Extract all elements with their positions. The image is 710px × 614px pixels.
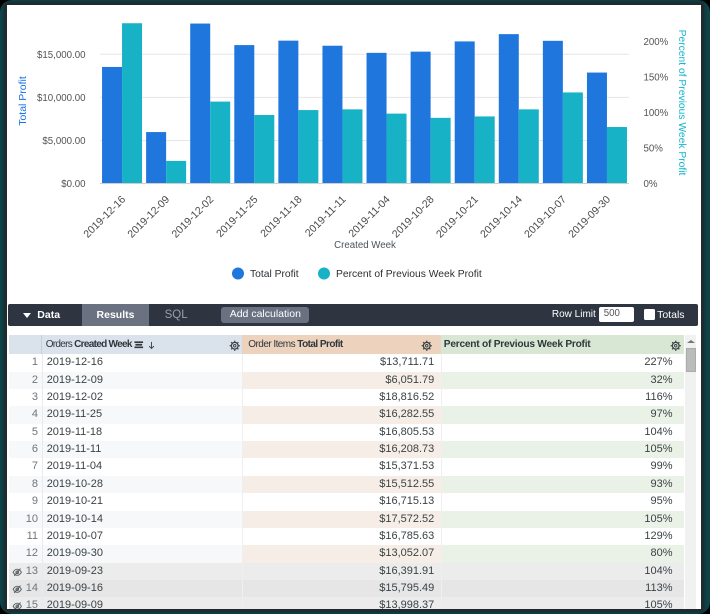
svg-text:2019-11-18: 2019-11-18 [258, 194, 304, 240]
svg-text:$5,000.00: $5,000.00 [42, 136, 86, 147]
svg-text:2019-11-04: 2019-11-04 [346, 194, 392, 240]
svg-text:2019-10-21: 2019-10-21 [434, 194, 481, 241]
svg-text:150%: 150% [644, 73, 669, 84]
svg-text:2019-11-25: 2019-11-25 [214, 194, 260, 240]
svg-text:Percent of Previous Week Profi: Percent of Previous Week Profit [676, 30, 687, 176]
svg-text:Created Week: Created Week [334, 240, 396, 251]
svg-text:2019-11-11: 2019-11-11 [303, 194, 349, 240]
svg-text:$0.00: $0.00 [61, 179, 86, 190]
svg-text:2019-09-30: 2019-09-30 [566, 194, 613, 241]
svg-text:2019-10-14: 2019-10-14 [478, 194, 525, 241]
svg-text:2019-12-16: 2019-12-16 [81, 194, 128, 241]
svg-text:Total Profit: Total Profit [17, 76, 29, 126]
svg-text:$15,000.00: $15,000.00 [37, 50, 86, 61]
svg-text:0%: 0% [644, 179, 658, 190]
svg-text:2019-12-09: 2019-12-09 [125, 194, 172, 241]
svg-text:$10,000.00: $10,000.00 [37, 93, 86, 104]
svg-text:100%: 100% [644, 108, 669, 119]
svg-text:Percent of Previous Week Profi: Percent of Previous Week Profit [336, 269, 482, 280]
svg-text:2019-10-07: 2019-10-07 [522, 194, 569, 241]
svg-text:2019-10-28: 2019-10-28 [390, 194, 437, 241]
svg-text:200%: 200% [644, 37, 669, 48]
svg-text:Total Profit: Total Profit [250, 269, 299, 280]
svg-text:2019-12-02: 2019-12-02 [170, 194, 217, 241]
svg-text:50%: 50% [644, 144, 664, 155]
